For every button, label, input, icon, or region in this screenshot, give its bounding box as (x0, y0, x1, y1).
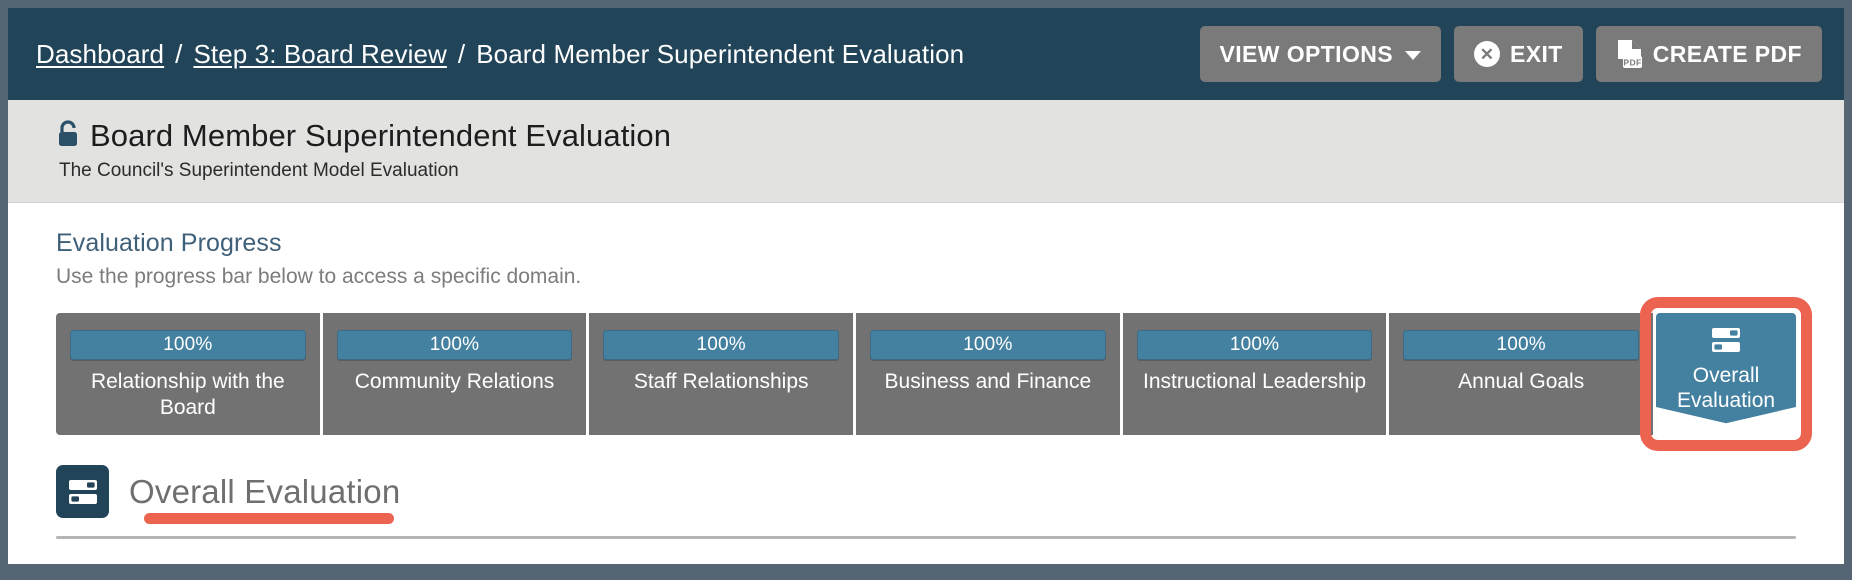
application-page: Dashboard / Step 3: Board Review / Board… (8, 8, 1844, 564)
create-pdf-label: CREATE PDF (1652, 40, 1802, 67)
breadcrumb-item-dashboard[interactable]: Dashboard (36, 39, 164, 70)
pdf-file-icon: PDF (1616, 39, 1643, 69)
exit-button[interactable]: ✕ EXIT (1454, 26, 1583, 82)
progress-meter: 100% (1136, 330, 1373, 360)
segment-label: Business and Finance (884, 370, 1092, 393)
progress-segment-instructional-leadership[interactable]: 100% Instructional Leadership (1122, 313, 1390, 435)
create-pdf-button[interactable]: PDF CREATE PDF (1595, 26, 1822, 82)
progress-meter: 100% (336, 330, 573, 360)
breadcrumb-item-current: Board Member Superintendent Evaluation (476, 38, 965, 69)
section-subtitle: Use the progress bar below to access a s… (56, 265, 582, 288)
overall-evaluation-heading: Overall Evaluation (129, 472, 401, 510)
progress-percent: 100% (963, 334, 1013, 355)
progress-meter: 100% (870, 330, 1106, 360)
view-options-label: VIEW OPTIONS (1219, 40, 1394, 67)
progress-percent: 100% (429, 334, 480, 355)
progress-percent: 100% (163, 334, 213, 355)
progress-meter: 100% (70, 330, 306, 360)
toolbar-actions: VIEW OPTIONS ✕ EXIT PDF CREATE PDF (1199, 26, 1822, 82)
breadcrumb-separator: / (175, 38, 183, 69)
list-icon (1710, 327, 1742, 358)
progress-percent: 100% (1229, 334, 1280, 355)
section-divider (56, 536, 1796, 539)
chevron-down-icon (1405, 51, 1422, 60)
segment-label: Staff Relationships (633, 370, 809, 393)
progress-segment-staff-relationships[interactable]: 100% Staff Relationships (589, 313, 857, 435)
section-title: Evaluation Progress (56, 229, 282, 257)
page-title-band: Board Member Superintendent Evaluation T… (8, 100, 1844, 203)
segment-label: Relationship with the Board (90, 370, 285, 419)
segment-label: Overall Evaluation (1676, 364, 1776, 412)
close-circle-icon: ✕ (1474, 41, 1501, 67)
progress-percent: 100% (696, 334, 746, 355)
progress-meter: 100% (1403, 330, 1640, 360)
progress-segment-annual-goals[interactable]: 100% Annual Goals (1389, 313, 1657, 435)
segment-label: Instructional Leadership (1143, 370, 1367, 393)
progress-segment-business-and-finance[interactable]: 100% Business and Finance (856, 313, 1123, 435)
breadcrumb: Dashboard / Step 3: Board Review / Board… (36, 39, 964, 70)
svg-text:PDF: PDF (1623, 58, 1641, 68)
progress-meter: 100% (603, 330, 840, 360)
breadcrumb-item-step-3-board-review[interactable]: Step 3: Board Review (193, 39, 446, 70)
segment-label: Community Relations (354, 370, 555, 393)
progress-segment-relationship-with-the-board[interactable]: 100% Relationship with the Board (56, 313, 323, 435)
progress-percent: 100% (1496, 334, 1546, 355)
annotation-underline (144, 513, 394, 524)
exit-label: EXIT (1510, 40, 1563, 67)
progress-segment-community-relations[interactable]: 100% Community Relations (322, 313, 590, 435)
segment-label: Annual Goals (1458, 370, 1585, 393)
list-icon (56, 465, 109, 518)
page-title: Board Member Superintendent Evaluation (90, 118, 672, 153)
screenshot-root: Dashboard / Step 3: Board Review / Board… (0, 0, 1852, 580)
progress-segment-overall-evaluation[interactable]: Overall Evaluation (1656, 313, 1797, 435)
evaluation-progress-section: Evaluation Progress Use the progress bar… (8, 203, 1844, 451)
domain-progress-bar: 100% Relationship with the Board 100% Co… (56, 297, 1812, 451)
view-options-button[interactable]: VIEW OPTIONS (1199, 26, 1442, 82)
page-subtitle: The Council's Superintendent Model Evalu… (59, 160, 459, 181)
breadcrumb-separator: / (457, 38, 466, 69)
overall-evaluation-section: Overall Evaluation (56, 465, 1796, 539)
top-navigation-bar: Dashboard / Step 3: Board Review / Board… (8, 8, 1844, 100)
lock-icon (56, 119, 80, 153)
